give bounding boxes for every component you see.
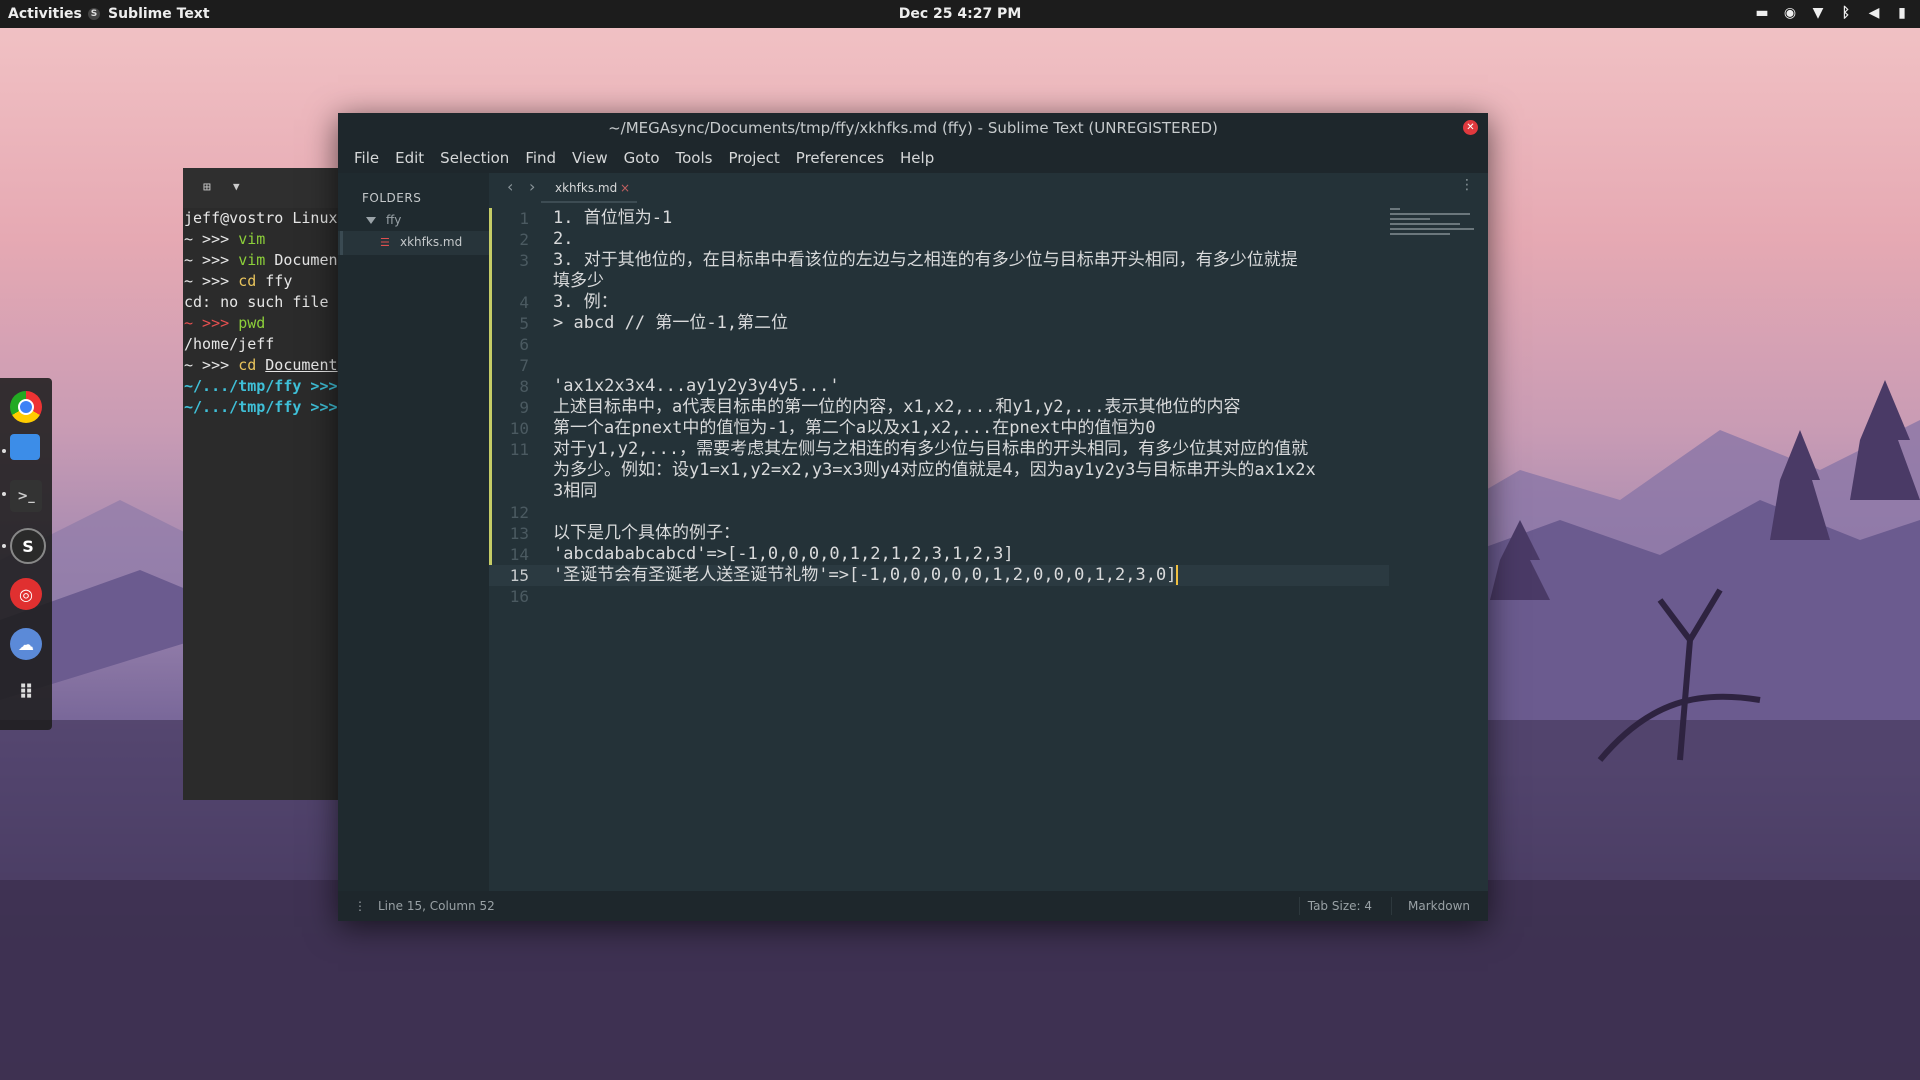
code-line: 7 [519, 356, 529, 375]
more-options-icon[interactable]: ⋮ [1460, 177, 1474, 193]
menu-view[interactable]: View [564, 143, 616, 173]
text-cursor [1176, 565, 1179, 585]
top-bar: Activities S Sublime Text Dec 25 4:27 PM… [0, 0, 1920, 28]
sidebar-folder-ffy[interactable]: ffy [366, 213, 401, 227]
clock[interactable]: Dec 25 4:27 PM [0, 6, 1920, 22]
terminal-line: jeff@vostro Linux [184, 209, 338, 227]
code-line: 10 第一个a在pnext中的值恒为-1，第二个a以及x1,x2,...在pnex… [509, 418, 1156, 438]
editor-area[interactable]: ‹ › xkhfks.md × ⋮ 1 1. 首位恒为-1 2 2. 3 3. 对于其… [489, 173, 1488, 891]
menu-selection[interactable]: Selection [432, 143, 517, 173]
code-line: 为多少。例如：设y1=x1,y2=x2,y3=x3则y4对应的值就是4，因为ay… [553, 460, 1316, 480]
tab-strip: ‹ › xkhfks.md × ⋮ [489, 173, 1488, 203]
sidebar: FOLDERS ffy ☰ xkhfks.md [338, 173, 489, 891]
menu-preferences[interactable]: Preferences [788, 143, 892, 173]
app-grid-icon[interactable]: ⠿ [10, 676, 42, 708]
code-line: 11 对于y1,y2,...，需要考虑其左侧与之相连的有多少位与目标串的开头相同，… [509, 439, 1309, 459]
wifi-icon[interactable]: ▼ [1810, 5, 1826, 21]
code-line-active: 15 '圣诞节会有圣诞老人送圣诞节礼物'=>[-1,0,0,0,0,0,1,2,0… [489, 565, 1389, 586]
terminal-line: ~/.../tmp/ffy >>> [184, 377, 343, 395]
camera-icon[interactable]: ▬ [1754, 5, 1770, 21]
terminal-line: ~ >>> cd Document [184, 356, 338, 374]
menu-bar: File Edit Selection Find View Goto Tools… [338, 143, 1488, 173]
sublime-window[interactable]: ~/MEGAsync/Documents/tmp/ffy/xkhfks.md (… [338, 113, 1488, 921]
window-title: ~/MEGAsync/Documents/tmp/ffy/xkhfks.md (… [608, 119, 1218, 137]
code-line: 12 [509, 503, 529, 522]
menu-help[interactable]: Help [892, 143, 942, 173]
terminal-line: cd: no such file [184, 293, 329, 311]
chat-icon[interactable]: ☁ [10, 628, 42, 660]
menu-file[interactable]: File [346, 143, 387, 173]
code-line: 13 以下是几个具体的例子： [509, 523, 740, 543]
menu-project[interactable]: Project [720, 143, 787, 173]
tab-size-selector[interactable]: Tab Size: 4 [1308, 899, 1372, 913]
code-line: 4 3. 例： [519, 292, 618, 312]
code-line: 3 3. 对于其他位的，在目标串中看该位的左边与之相连的有多少位与目标串开头相同，… [519, 250, 1298, 270]
menu-edit[interactable]: Edit [387, 143, 432, 173]
terminal-line: ~ >>> cd ffy [184, 272, 293, 290]
battery-icon[interactable]: ▮ [1894, 5, 1910, 21]
bluetooth-icon[interactable]: ᛒ [1838, 5, 1854, 21]
terminal-line: /home/jeff [184, 335, 275, 353]
chrome-icon[interactable] [10, 391, 42, 423]
terminal-line: ~ >>> vim [184, 230, 266, 248]
code-line: 8'ax1x2x3x4...ay1y2y3y4y5...' [519, 376, 840, 396]
tab-close-icon[interactable]: × [620, 181, 630, 195]
terminal-line: ~ >>> pwd [184, 314, 266, 332]
syntax-selector[interactable]: Markdown [1408, 899, 1470, 913]
status-bar: ⋮ Line 15, Column 52 Tab Size: 4 Markdow… [338, 891, 1488, 921]
status-divider [1299, 897, 1300, 915]
window-titlebar[interactable]: ~/MEGAsync/Documents/tmp/ffy/xkhfks.md (… [338, 113, 1488, 143]
code-line: 5 > abcd // 第一位-1,第二位 [519, 313, 789, 333]
chevron-down-icon[interactable]: ▼ [233, 180, 240, 193]
code-view[interactable]: 1 1. 首位恒为-1 2 2. 3 3. 对于其他位的，在目标串中看该位的左边与之相… [489, 208, 1389, 607]
running-indicator [2, 449, 6, 453]
files-icon[interactable] [10, 434, 40, 460]
code-line: 2 2. [519, 229, 574, 249]
terminal-header: ⊞ ▼ [183, 168, 343, 208]
code-line: 16 [509, 587, 529, 606]
file-label: xkhfks.md [400, 235, 463, 249]
code-line: 3相同 [553, 481, 598, 501]
netease-music-icon[interactable]: ◎ [10, 578, 42, 610]
code-line: 1 1. 首位恒为-1 [519, 208, 673, 228]
running-indicator [2, 544, 6, 548]
back-arrow-icon[interactable]: ‹ [507, 177, 513, 196]
terminal-icon[interactable]: >_ [10, 480, 42, 512]
forward-arrow-icon[interactable]: › [529, 177, 535, 196]
code-line: 6 [519, 335, 529, 354]
sidebar-toggle-icon[interactable]: ⋮ [354, 899, 366, 913]
markdown-file-icon: ☰ [380, 236, 390, 249]
menu-tools[interactable]: Tools [668, 143, 721, 173]
terminal-line: ~ >>> vim Documen [184, 251, 338, 269]
sidebar-file-xkhfks[interactable]: ☰ xkhfks.md [338, 231, 489, 255]
terminal-window[interactable]: ⊞ ▼ jeff@vostro Linux ~ >>> vim ~ >>> vi… [183, 168, 343, 800]
cursor-position: Line 15, Column 52 [378, 899, 495, 913]
folder-label: ffy [386, 213, 402, 227]
folders-header: FOLDERS [362, 191, 422, 205]
tab-xkhfks[interactable]: xkhfks.md × [541, 175, 637, 203]
accessibility-icon[interactable]: ◉ [1782, 5, 1798, 21]
volume-icon[interactable]: ◀ [1866, 5, 1882, 21]
menu-find[interactable]: Find [517, 143, 564, 173]
terminal-line: ~/.../tmp/ffy >>> [184, 398, 343, 416]
minimap[interactable] [1390, 205, 1474, 247]
code-line: 14'abcdababcabcd'=>[-1,0,0,0,0,1,2,1,2,3… [509, 544, 1014, 564]
status-divider [1391, 897, 1392, 915]
menu-goto[interactable]: Goto [616, 143, 668, 173]
disclosure-triangle-icon[interactable] [366, 216, 376, 224]
code-line: 9 上述目标串中，a代表目标串的第一位的内容，x1,x2,...和y1,y2,..… [519, 397, 1241, 417]
new-tab-icon[interactable]: ⊞ [203, 180, 219, 195]
running-indicator [2, 492, 6, 496]
tab-label: xkhfks.md [555, 181, 618, 195]
dock: >_ S ◎ ☁ ⠿ [0, 378, 52, 730]
sublime-icon[interactable]: S [10, 528, 46, 564]
code-line: 填多少 [553, 271, 604, 291]
close-icon[interactable]: ✕ [1463, 120, 1478, 135]
system-tray[interactable]: ▬ ◉ ▼ ᛒ ◀ ▮ [1754, 5, 1910, 21]
selection-bar [340, 231, 343, 255]
